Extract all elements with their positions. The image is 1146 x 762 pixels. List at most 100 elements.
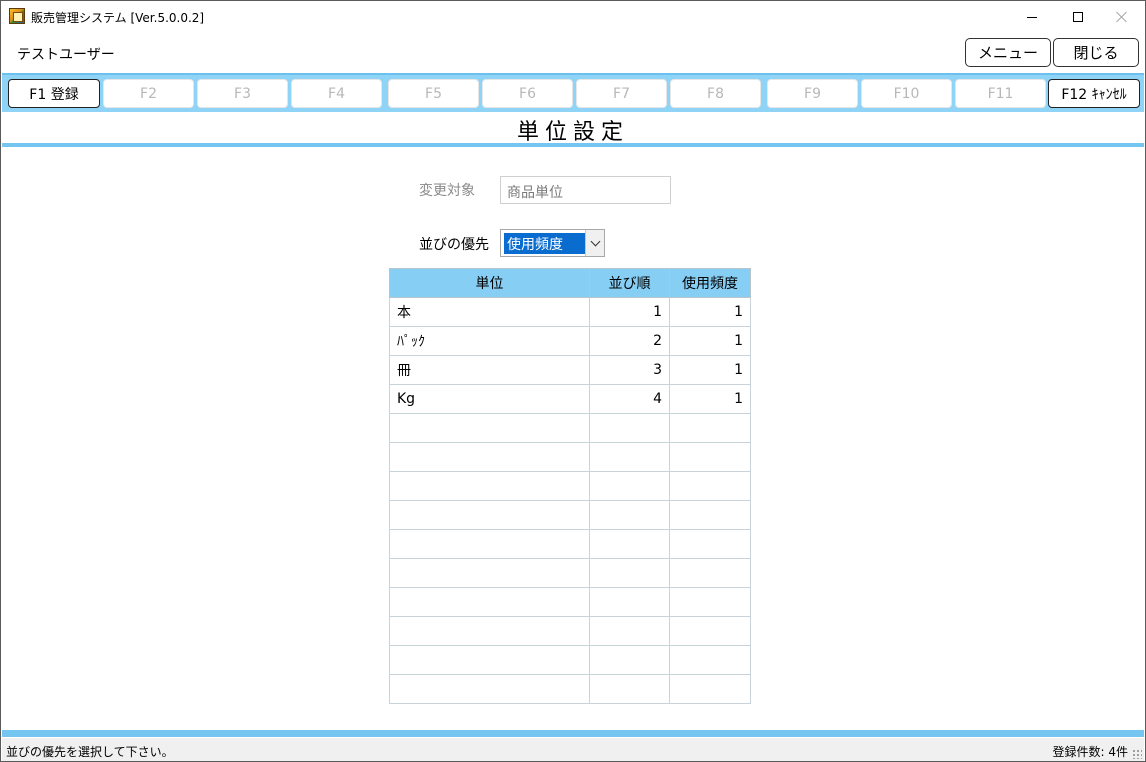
column-header-frequency[interactable]: 使用頻度 — [669, 268, 751, 298]
f5-button[interactable]: F5 — [388, 79, 479, 108]
unit-table: 単位 並び順 使用頻度 本 1 1 ﾊﾟｯｸ 2 1 冊 3 1 Kg 4 1 — [389, 268, 751, 704]
cell-frequency[interactable] — [669, 500, 751, 530]
table-row[interactable] — [389, 616, 751, 646]
cell-frequency[interactable] — [669, 674, 751, 704]
cell-unit[interactable] — [389, 558, 590, 588]
f4-button[interactable]: F4 — [291, 79, 382, 108]
table-row[interactable]: Kg 4 1 — [389, 384, 751, 414]
cell-unit[interactable] — [389, 413, 590, 443]
sort-priority-label: 並びの優先 — [419, 237, 489, 253]
title-bar: 販売管理システム [Ver.5.0.0.2] — [1, 1, 1145, 33]
cell-unit[interactable] — [389, 645, 590, 675]
table-header-row: 単位 並び順 使用頻度 — [389, 268, 751, 298]
cell-order[interactable] — [589, 471, 670, 501]
cell-unit[interactable] — [389, 500, 590, 530]
cell-order[interactable]: 2 — [589, 326, 670, 356]
user-name: テストユーザー — [17, 47, 115, 63]
table-row[interactable]: 冊31 — [389, 355, 751, 385]
f8-button[interactable]: F8 — [670, 79, 761, 108]
column-header-order[interactable]: 並び順 — [589, 268, 670, 298]
cell-frequency[interactable] — [669, 616, 751, 646]
cell-unit[interactable] — [389, 471, 590, 501]
window-close-button[interactable] — [1099, 1, 1145, 33]
cell-frequency[interactable]: 1 — [669, 326, 751, 356]
bottom-divider — [2, 730, 1144, 737]
cell-frequency[interactable] — [669, 645, 751, 675]
table-row[interactable]: ﾊﾟｯｸ 2 1 — [389, 326, 751, 356]
change-target-field: 商品単位 — [500, 176, 671, 204]
dropdown-button[interactable] — [585, 230, 604, 256]
maximize-icon — [1073, 12, 1083, 22]
cell-order[interactable] — [589, 674, 670, 704]
cell-order[interactable] — [589, 558, 670, 588]
status-message: 並びの優先を選択して下さい。 — [6, 745, 174, 759]
cell-order[interactable]: 4 — [589, 384, 670, 414]
minimize-button[interactable] — [1009, 1, 1055, 33]
table-row[interactable] — [389, 500, 751, 530]
f10-button[interactable]: F10 — [861, 79, 952, 108]
function-key-bar: F1 登録 F2 F3 F4 F5 F6 F7 F8 F9 F10 F11 F1… — [2, 73, 1144, 112]
app-window: 販売管理システム [Ver.5.0.0.2] テストユーザー メニュー 閉じる … — [0, 0, 1146, 762]
cell-order[interactable] — [589, 587, 670, 617]
table-row[interactable] — [389, 645, 751, 675]
f12-cancel-button[interactable]: F12 ｷｬﾝｾﾙ — [1048, 79, 1140, 108]
f2-button[interactable]: F2 — [103, 79, 194, 108]
app-icon — [9, 8, 25, 24]
cell-unit[interactable] — [389, 529, 590, 559]
cell-frequency[interactable] — [669, 558, 751, 588]
sort-priority-value: 使用頻度 — [504, 233, 585, 254]
change-target-label: 変更対象 — [419, 183, 475, 199]
cell-frequency[interactable]: 1 — [669, 297, 751, 327]
cell-order[interactable] — [589, 529, 670, 559]
cell-order[interactable] — [589, 645, 670, 675]
f3-button[interactable]: F3 — [197, 79, 288, 108]
cell-frequency[interactable] — [669, 529, 751, 559]
close-button[interactable]: 閉じる — [1053, 38, 1139, 67]
cell-unit[interactable]: Kg — [389, 384, 590, 414]
cell-unit[interactable]: 冊 — [389, 355, 590, 385]
resize-grip-icon[interactable] — [1132, 749, 1142, 759]
chevron-down-icon — [590, 236, 600, 246]
cell-unit[interactable]: ﾊﾟｯｸ — [389, 326, 590, 356]
cell-unit[interactable] — [389, 587, 590, 617]
cell-unit[interactable] — [389, 616, 590, 646]
cell-order[interactable]: 3 — [589, 355, 670, 385]
table-row[interactable] — [389, 471, 751, 501]
cell-unit[interactable] — [389, 674, 590, 704]
table-row[interactable] — [389, 587, 751, 617]
title-divider — [2, 143, 1144, 147]
table-row[interactable] — [389, 558, 751, 588]
table-row[interactable] — [389, 413, 751, 443]
minimize-icon — [1027, 16, 1037, 18]
cell-unit[interactable] — [389, 442, 590, 472]
cell-frequency[interactable]: 1 — [669, 355, 751, 385]
sort-priority-select[interactable]: 使用頻度 — [500, 229, 605, 257]
f11-button[interactable]: F11 — [955, 79, 1046, 108]
column-header-unit[interactable]: 単位 — [389, 268, 590, 298]
cell-order[interactable] — [589, 413, 670, 443]
cell-frequency[interactable] — [669, 587, 751, 617]
record-count: 登録件数: 4件 — [1052, 745, 1129, 759]
cell-frequency[interactable] — [669, 413, 751, 443]
page-title: 単位設定 — [516, 120, 629, 145]
cell-frequency[interactable] — [669, 471, 751, 501]
status-bar: 並びの優先を選択して下さい。 登録件数: 4件 — [2, 738, 1144, 761]
cell-order[interactable] — [589, 500, 670, 530]
table-row[interactable] — [389, 442, 751, 472]
f1-register-button[interactable]: F1 登録 — [8, 79, 100, 108]
maximize-button[interactable] — [1055, 1, 1101, 33]
f7-button[interactable]: F7 — [576, 79, 667, 108]
table-row[interactable]: 本11 — [389, 297, 751, 327]
menu-button[interactable]: メニュー — [965, 38, 1051, 67]
f6-button[interactable]: F6 — [482, 79, 573, 108]
cell-order[interactable] — [589, 442, 670, 472]
table-row[interactable] — [389, 529, 751, 559]
cell-unit[interactable]: 本 — [389, 297, 590, 327]
cell-order[interactable]: 1 — [589, 297, 670, 327]
close-icon — [1116, 11, 1128, 23]
f9-button[interactable]: F9 — [767, 79, 858, 108]
cell-frequency[interactable]: 1 — [669, 384, 751, 414]
cell-order[interactable] — [589, 616, 670, 646]
cell-frequency[interactable] — [669, 442, 751, 472]
table-row[interactable] — [389, 674, 751, 704]
